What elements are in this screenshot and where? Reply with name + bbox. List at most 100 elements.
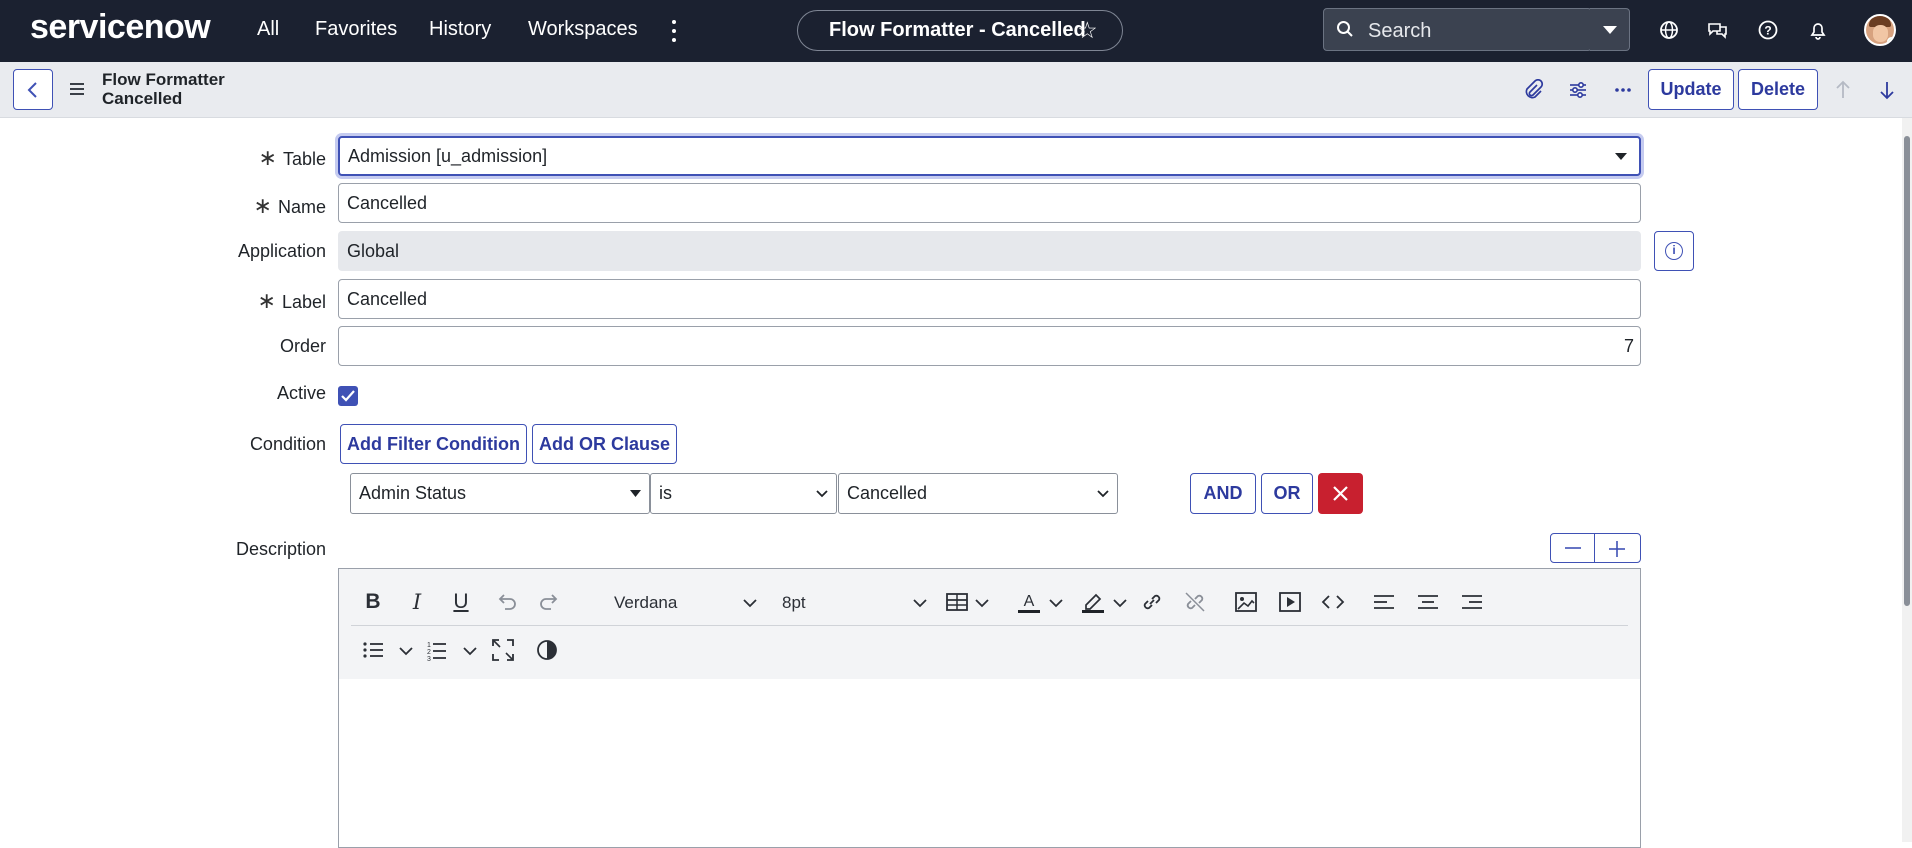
svg-text:2: 2 <box>427 649 431 656</box>
and-button[interactable]: AND <box>1190 473 1256 514</box>
active-checkbox[interactable] <box>338 386 358 406</box>
previous-record-icon[interactable] <box>1832 79 1854 101</box>
font-size-select[interactable]: 8pt <box>782 593 806 613</box>
nav-history[interactable]: History <box>429 18 491 41</box>
help-icon[interactable]: ? <box>1756 18 1780 42</box>
chevron-down-icon <box>1049 599 1063 608</box>
minus-icon <box>1565 547 1581 549</box>
description-label: Description <box>235 539 326 559</box>
editor-toolbar: B I U Verdana 8pt A 123 <box>339 569 1640 679</box>
personalize-form-icon[interactable] <box>1567 79 1589 101</box>
application-field: Global <box>338 231 1641 271</box>
more-menu-icon[interactable] <box>664 15 684 45</box>
redo-icon[interactable] <box>536 588 564 616</box>
add-or-clause-button[interactable]: Add OR Clause <box>532 424 677 464</box>
close-icon <box>1333 486 1348 501</box>
condition-value-select[interactable]: Cancelled <box>838 473 1118 514</box>
required-asterisk-icon: ∗ <box>253 193 272 218</box>
next-record-icon[interactable] <box>1876 79 1898 101</box>
active-label: Active <box>276 383 326 403</box>
chevron-down-icon <box>463 647 477 656</box>
condition-operator-value: is <box>659 483 672 503</box>
table-select-value: Admission [u_admission] <box>348 146 548 166</box>
table-select[interactable]: Admission [u_admission] <box>338 136 1641 176</box>
search-icon <box>1337 21 1353 37</box>
font-family-select[interactable]: Verdana <box>614 593 677 613</box>
search-scope-dropdown[interactable] <box>1590 8 1630 51</box>
condition-field-value: Admin Status <box>359 483 467 503</box>
bullet-list-icon[interactable] <box>359 636 387 664</box>
svg-text:1: 1 <box>427 642 431 649</box>
plus-icon <box>1609 541 1625 557</box>
chat-icon[interactable] <box>1706 18 1730 42</box>
chevron-down-icon <box>630 490 641 497</box>
favorite-star-icon[interactable]: ☆ <box>1077 17 1098 44</box>
servicenow-logo[interactable]: servicenow <box>30 8 211 47</box>
required-asterisk-icon: ∗ <box>258 145 277 170</box>
more-options-icon[interactable] <box>1612 79 1634 101</box>
chevron-down-icon <box>913 599 927 608</box>
fullscreen-icon[interactable] <box>489 636 517 664</box>
chevron-down-icon <box>1097 490 1109 498</box>
numbered-list-icon[interactable]: 123 <box>422 636 450 664</box>
expand-editor-button[interactable] <box>1594 533 1641 563</box>
insert-image-icon[interactable] <box>1232 588 1260 616</box>
svg-text:A: A <box>1024 593 1035 610</box>
nav-favorites[interactable]: Favorites <box>315 18 397 41</box>
back-button[interactable] <box>13 69 53 110</box>
page-scrollbar[interactable] <box>1902 118 1912 842</box>
label-input[interactable]: Cancelled <box>338 279 1641 319</box>
description-editor[interactable]: B I U Verdana 8pt A 123 <box>338 568 1641 848</box>
highlight-color-icon[interactable] <box>1079 588 1107 616</box>
label-label: ∗ Label <box>257 288 326 313</box>
delete-condition-button[interactable] <box>1318 473 1363 514</box>
attachment-icon[interactable] <box>1522 79 1544 101</box>
user-avatar[interactable] <box>1864 14 1896 46</box>
text-color-icon[interactable]: A <box>1015 588 1043 616</box>
insert-video-icon[interactable] <box>1276 588 1304 616</box>
bold-icon[interactable]: B <box>359 588 387 616</box>
delete-button[interactable]: Delete <box>1738 69 1818 110</box>
record-title-pill[interactable]: Flow Formatter - Cancelled ☆ <box>797 10 1123 51</box>
info-icon: i <box>1665 242 1683 260</box>
order-label: Order <box>279 336 326 356</box>
underline-icon[interactable]: U <box>447 588 475 616</box>
align-left-icon[interactable] <box>1370 588 1398 616</box>
form-title-line1: Flow Formatter <box>102 70 225 89</box>
notifications-bell-icon[interactable] <box>1806 18 1830 42</box>
svg-text:?: ? <box>1764 24 1771 38</box>
scrollbar-thumb[interactable] <box>1904 136 1910 606</box>
or-button[interactable]: OR <box>1261 473 1313 514</box>
source-code-icon[interactable] <box>1319 588 1347 616</box>
shrink-editor-button[interactable] <box>1550 533 1595 563</box>
remove-link-icon[interactable] <box>1181 588 1209 616</box>
nav-workspaces[interactable]: Workspaces <box>528 18 638 41</box>
update-button[interactable]: Update <box>1648 69 1734 110</box>
globe-icon[interactable] <box>1657 18 1681 42</box>
align-right-icon[interactable] <box>1458 588 1486 616</box>
context-menu-icon[interactable] <box>70 83 84 98</box>
condition-operator-select[interactable]: is <box>650 473 837 514</box>
form-title: Flow Formatter Cancelled <box>102 70 225 108</box>
add-filter-condition-button[interactable]: Add Filter Condition <box>340 424 527 464</box>
application-info-button[interactable]: i <box>1654 231 1694 271</box>
chevron-down-icon <box>816 490 828 498</box>
italic-icon[interactable]: I <box>403 588 431 616</box>
top-header: servicenow All Favorites History Workspa… <box>0 0 1912 62</box>
contrast-icon[interactable] <box>533 636 561 664</box>
global-search-input[interactable]: Search <box>1323 8 1592 51</box>
undo-icon[interactable] <box>492 588 520 616</box>
application-label: Application <box>237 241 326 261</box>
chevron-left-icon <box>27 82 37 98</box>
align-center-icon[interactable] <box>1414 588 1442 616</box>
required-asterisk-icon: ∗ <box>257 288 276 313</box>
order-input[interactable]: 7 <box>338 326 1641 366</box>
name-input[interactable]: Cancelled <box>338 183 1641 223</box>
record-title: Flow Formatter - Cancelled <box>829 19 1086 41</box>
chevron-down-icon <box>1113 599 1127 608</box>
table-icon[interactable] <box>943 588 971 616</box>
name-label: ∗ Name <box>253 193 326 218</box>
nav-all[interactable]: All <box>257 18 279 41</box>
insert-link-icon[interactable] <box>1138 588 1166 616</box>
condition-field-select[interactable]: Admin Status <box>350 473 650 514</box>
